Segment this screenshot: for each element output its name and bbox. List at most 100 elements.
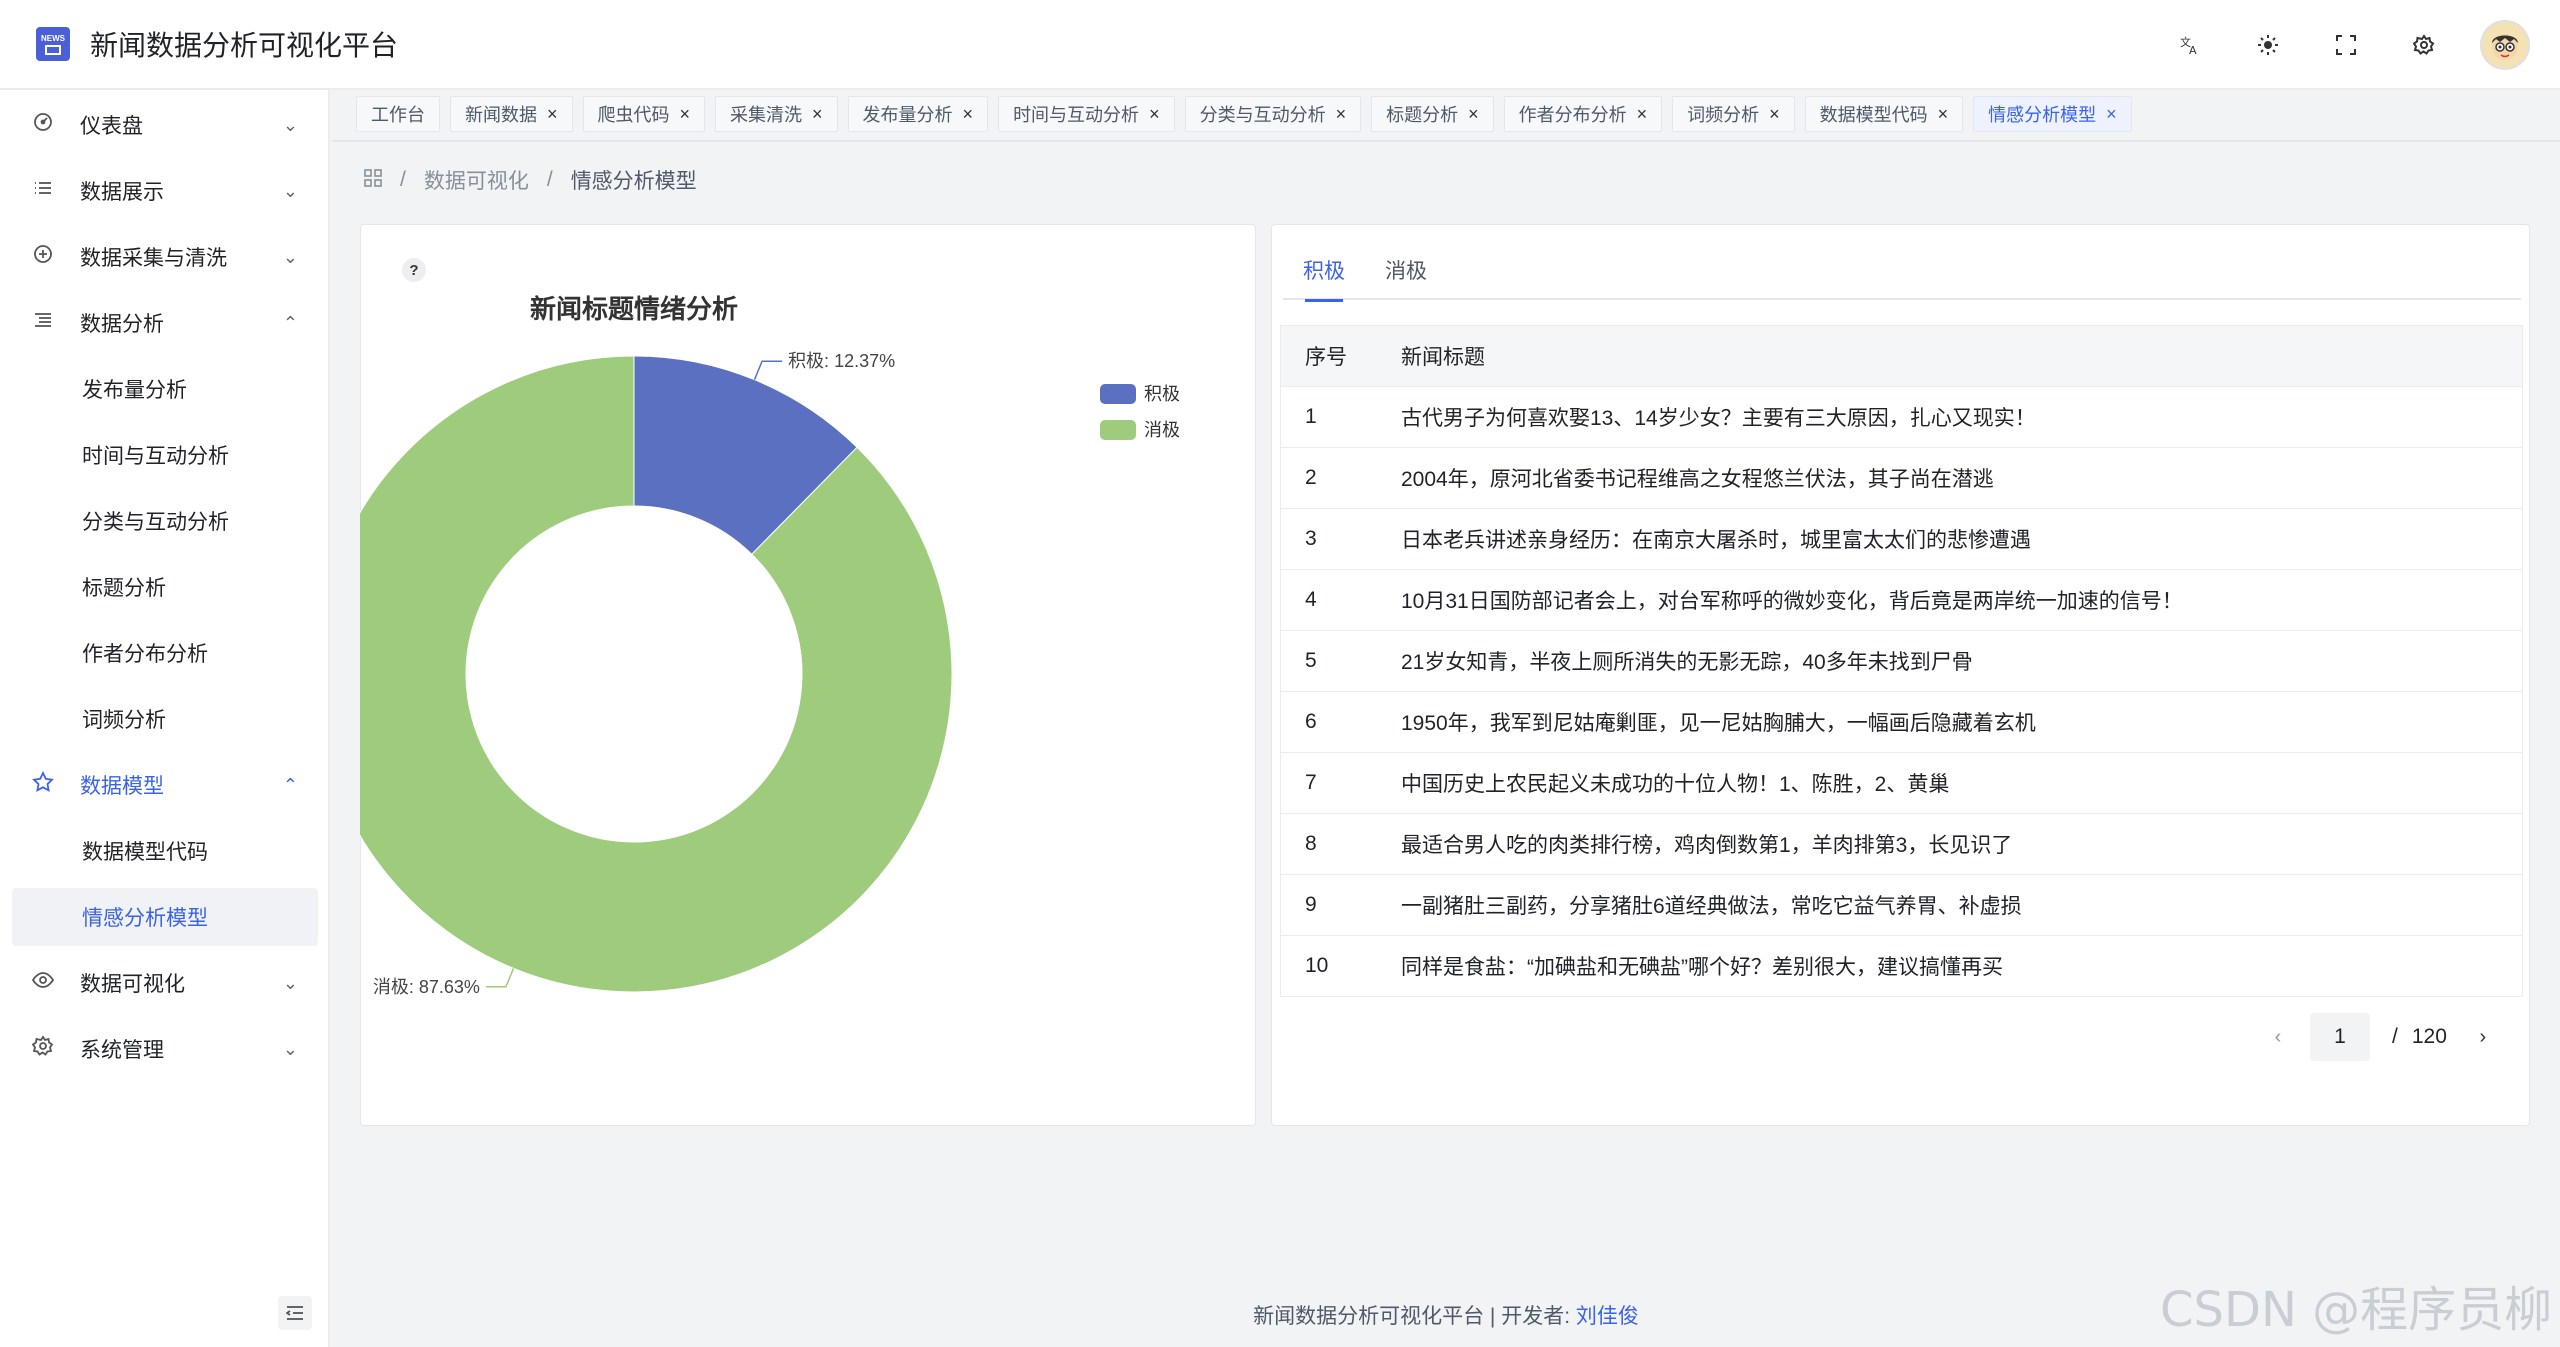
tab-news-data[interactable]: 新闻数据 × xyxy=(450,96,573,132)
sidebar-item-label: 时间与互动分析 xyxy=(82,445,229,468)
slice-label: 积极: 12.37% xyxy=(788,351,895,371)
svg-text:A: A xyxy=(2189,44,2197,56)
tab-publish-analysis[interactable]: 发布量分析 × xyxy=(847,96,989,132)
table-row[interactable]: 6 1950年，我军到尼姑庵剿匪，见一尼姑胸脯大，一幅画后隐藏着玄机 xyxy=(1281,691,2522,752)
tab-label: 作者分布分析 xyxy=(1518,105,1627,125)
tab-title-analysis[interactable]: 标题分析 × xyxy=(1371,96,1494,132)
close-icon[interactable]: × xyxy=(1468,104,1479,125)
page-separator: / xyxy=(2392,1025,2398,1048)
chevron-down-icon: ⌄ xyxy=(282,972,298,993)
table-row[interactable]: 8 最适合男人吃的肉类排行榜，鸡肉倒数第1，羊肉排第3，长见识了 xyxy=(1281,813,2522,874)
row-index: 6 xyxy=(1305,710,1317,733)
sidebar-item-data-collection[interactable]: 数据采集与清洗 ⌄ xyxy=(12,228,318,286)
table-row[interactable]: 3 日本老兵讲述亲身经历：在南京大屠杀时，城里富太太们的悲惨遭遇 xyxy=(1281,508,2522,569)
sidebar-item-label: 数据展示 xyxy=(80,181,164,204)
tab-model-code[interactable]: 数据模型代码 × xyxy=(1804,96,1964,132)
logo-text: NEWS xyxy=(41,33,65,43)
sidebar-item-author-analysis[interactable]: 作者分布分析 xyxy=(12,624,318,682)
tab-sentiment-model[interactable]: 情感分析模型 × xyxy=(1973,96,2132,132)
breadcrumb-current: 情感分析模型 xyxy=(570,170,697,193)
row-news-title: 最适合男人吃的肉类排行榜，鸡肉倒数第1，羊肉排第3，长见识了 xyxy=(1401,834,2013,857)
legend-swatch[interactable] xyxy=(1100,420,1136,440)
chevron-down-icon: ⌄ xyxy=(282,246,298,267)
close-icon[interactable]: × xyxy=(680,104,691,125)
tab-time-interaction[interactable]: 时间与互动分析 × xyxy=(998,96,1175,132)
star-icon xyxy=(30,770,56,799)
sentiment-tabs: 积极 消极 xyxy=(1283,240,2521,302)
chevron-left-icon[interactable]: ‹ xyxy=(2260,1026,2296,1049)
news-table: 序号 新闻标题 1 古代男子为何喜欢娶13、14岁少女？主要有三大原因，扎心又现实… xyxy=(1280,325,2523,997)
close-icon[interactable]: × xyxy=(1637,104,1648,125)
sidebar-item-word-frequency[interactable]: 词频分析 xyxy=(12,690,318,748)
breadcrumb-separator: / xyxy=(546,168,553,191)
row-news-title: 古代男子为何喜欢娶13、14岁少女？主要有三大原因，扎心又现实！ xyxy=(1401,407,2036,430)
sidebar-item-sentiment-model[interactable]: 情感分析模型 xyxy=(12,888,318,946)
table-row[interactable]: 1 古代男子为何喜欢娶13、14岁少女？主要有三大原因，扎心又现实！ xyxy=(1281,386,2522,447)
close-icon[interactable]: × xyxy=(1938,104,1949,125)
tab-word-frequency[interactable]: 词频分析 × xyxy=(1672,96,1795,132)
table-row[interactable]: 9 一副猪肚三副药，分享猪肚6道经典做法，常吃它益气养胃、补虚损 xyxy=(1281,874,2522,935)
sidebar-item-model-code[interactable]: 数据模型代码 xyxy=(12,822,318,880)
sidebar-item-label: 系统管理 xyxy=(80,1039,164,1062)
sidebar-item-time-interaction[interactable]: 时间与互动分析 xyxy=(12,426,318,484)
chevron-up-icon: ⌃ xyxy=(282,312,298,333)
row-index: 4 xyxy=(1305,588,1317,611)
table-row[interactable]: 2 2004年，原河北省委书记程维高之女程悠兰伏法，其子尚在潜逃 xyxy=(1281,447,2522,508)
chevron-down-icon: ⌄ xyxy=(282,114,298,135)
current-page[interactable]: 1 xyxy=(2310,1013,2370,1061)
table-row[interactable]: 7 中国历史上农民起义未成功的十位人物！1、陈胜，2、黄巢 xyxy=(1281,752,2522,813)
sidebar-item-system-admin[interactable]: 系统管理 ⌄ xyxy=(12,1020,318,1078)
eye-icon xyxy=(30,969,56,997)
tab-author-analysis[interactable]: 作者分布分析 × xyxy=(1503,96,1663,132)
tab-collection-cleaning[interactable]: 采集清洗 × xyxy=(715,96,838,132)
close-icon[interactable]: × xyxy=(1149,104,1160,125)
row-news-title: 中国历史上农民起义未成功的十位人物！1、陈胜，2、黄巢 xyxy=(1401,773,1950,796)
breadcrumb-item[interactable]: 数据可视化 xyxy=(424,165,529,195)
row-news-title: 10月31日国防部记者会上，对台军称呼的微妙变化，背后竟是两岸统一加速的信号！ xyxy=(1401,590,2183,613)
tab-positive[interactable]: 积极 xyxy=(1283,240,1365,302)
legend-label[interactable]: 消极 xyxy=(1144,420,1180,440)
column-header-title: 新闻标题 xyxy=(1401,346,1485,369)
sidebar-collapse-icon[interactable] xyxy=(278,1296,312,1330)
pagination: ‹ 1 / 120 › xyxy=(2260,1013,2501,1061)
tab-negative[interactable]: 消极 xyxy=(1365,240,1447,300)
settings-gear-icon[interactable] xyxy=(2402,23,2446,67)
close-icon[interactable]: × xyxy=(812,104,823,125)
grid-icon[interactable] xyxy=(364,168,382,192)
close-icon[interactable]: × xyxy=(1769,104,1780,125)
sidebar-item-dashboard[interactable]: 仪表盘 ⌄ xyxy=(12,96,318,154)
theme-sun-icon[interactable] xyxy=(2246,23,2290,67)
tab-category-interaction[interactable]: 分类与互动分析 × xyxy=(1184,96,1362,132)
legend-swatch[interactable] xyxy=(1100,384,1136,404)
close-icon[interactable]: × xyxy=(547,104,558,125)
tab-workbench[interactable]: 工作台 xyxy=(356,96,440,132)
table-row[interactable]: 5 21岁女知青，半夜上厕所消失的无影无踪，40多年未找到尸骨 xyxy=(1281,630,2522,691)
legend-label[interactable]: 积极 xyxy=(1144,384,1180,404)
table-row[interactable]: 10 同样是食盐：“加碘盐和无碘盐”哪个好？差别很大，建议搞懂再买 xyxy=(1281,935,2522,996)
sidebar-item-publish-analysis[interactable]: 发布量分析 xyxy=(12,360,318,418)
app-logo[interactable]: NEWS xyxy=(36,27,70,61)
tab-crawler-code[interactable]: 爬虫代码 × xyxy=(582,96,706,132)
sentiment-donut-chart: 新闻标题情绪分析积极: 12.37% 积极消极: 87.63% 消极 xyxy=(360,294,1180,997)
close-icon[interactable]: × xyxy=(2106,104,2117,125)
row-news-title: 日本老兵讲述亲身经历：在南京大屠杀时，城里富太太们的悲惨遭遇 xyxy=(1401,529,2031,552)
tabs-divider xyxy=(332,140,2560,142)
sidebar-item-label: 仪表盘 xyxy=(80,115,143,138)
sidebar-item-category-interaction[interactable]: 分类与互动分析 xyxy=(12,492,318,550)
sidebar-item-data-model[interactable]: 数据模型 ⌃ xyxy=(12,756,318,814)
row-news-title: 2004年，原河北省委书记程维高之女程悠兰伏法，其子尚在潜逃 xyxy=(1401,468,1994,491)
translate-icon[interactable]: 文A xyxy=(2168,23,2212,67)
sidebar-item-data-display[interactable]: 数据展示 ⌄ xyxy=(12,162,318,220)
close-icon[interactable]: × xyxy=(963,104,974,125)
sidebar-item-title-analysis[interactable]: 标题分析 xyxy=(12,558,318,616)
row-index: 7 xyxy=(1305,771,1317,794)
sidebar-item-data-analysis[interactable]: 数据分析 ⌃ xyxy=(12,294,318,352)
user-avatar[interactable] xyxy=(2480,20,2530,70)
sidebar-item-data-visualization[interactable]: 数据可视化 ⌄ xyxy=(12,954,318,1012)
developer-link[interactable]: 刘佳俊 xyxy=(1576,1305,1639,1328)
chevron-right-icon[interactable]: › xyxy=(2465,1026,2501,1049)
fullscreen-icon[interactable] xyxy=(2324,23,2368,67)
slice-label: 消极: 87.63% xyxy=(373,977,480,997)
table-row[interactable]: 4 10月31日国防部记者会上，对台军称呼的微妙变化，背后竟是两岸统一加速的信号！ xyxy=(1281,569,2522,630)
close-icon[interactable]: × xyxy=(1336,104,1347,125)
